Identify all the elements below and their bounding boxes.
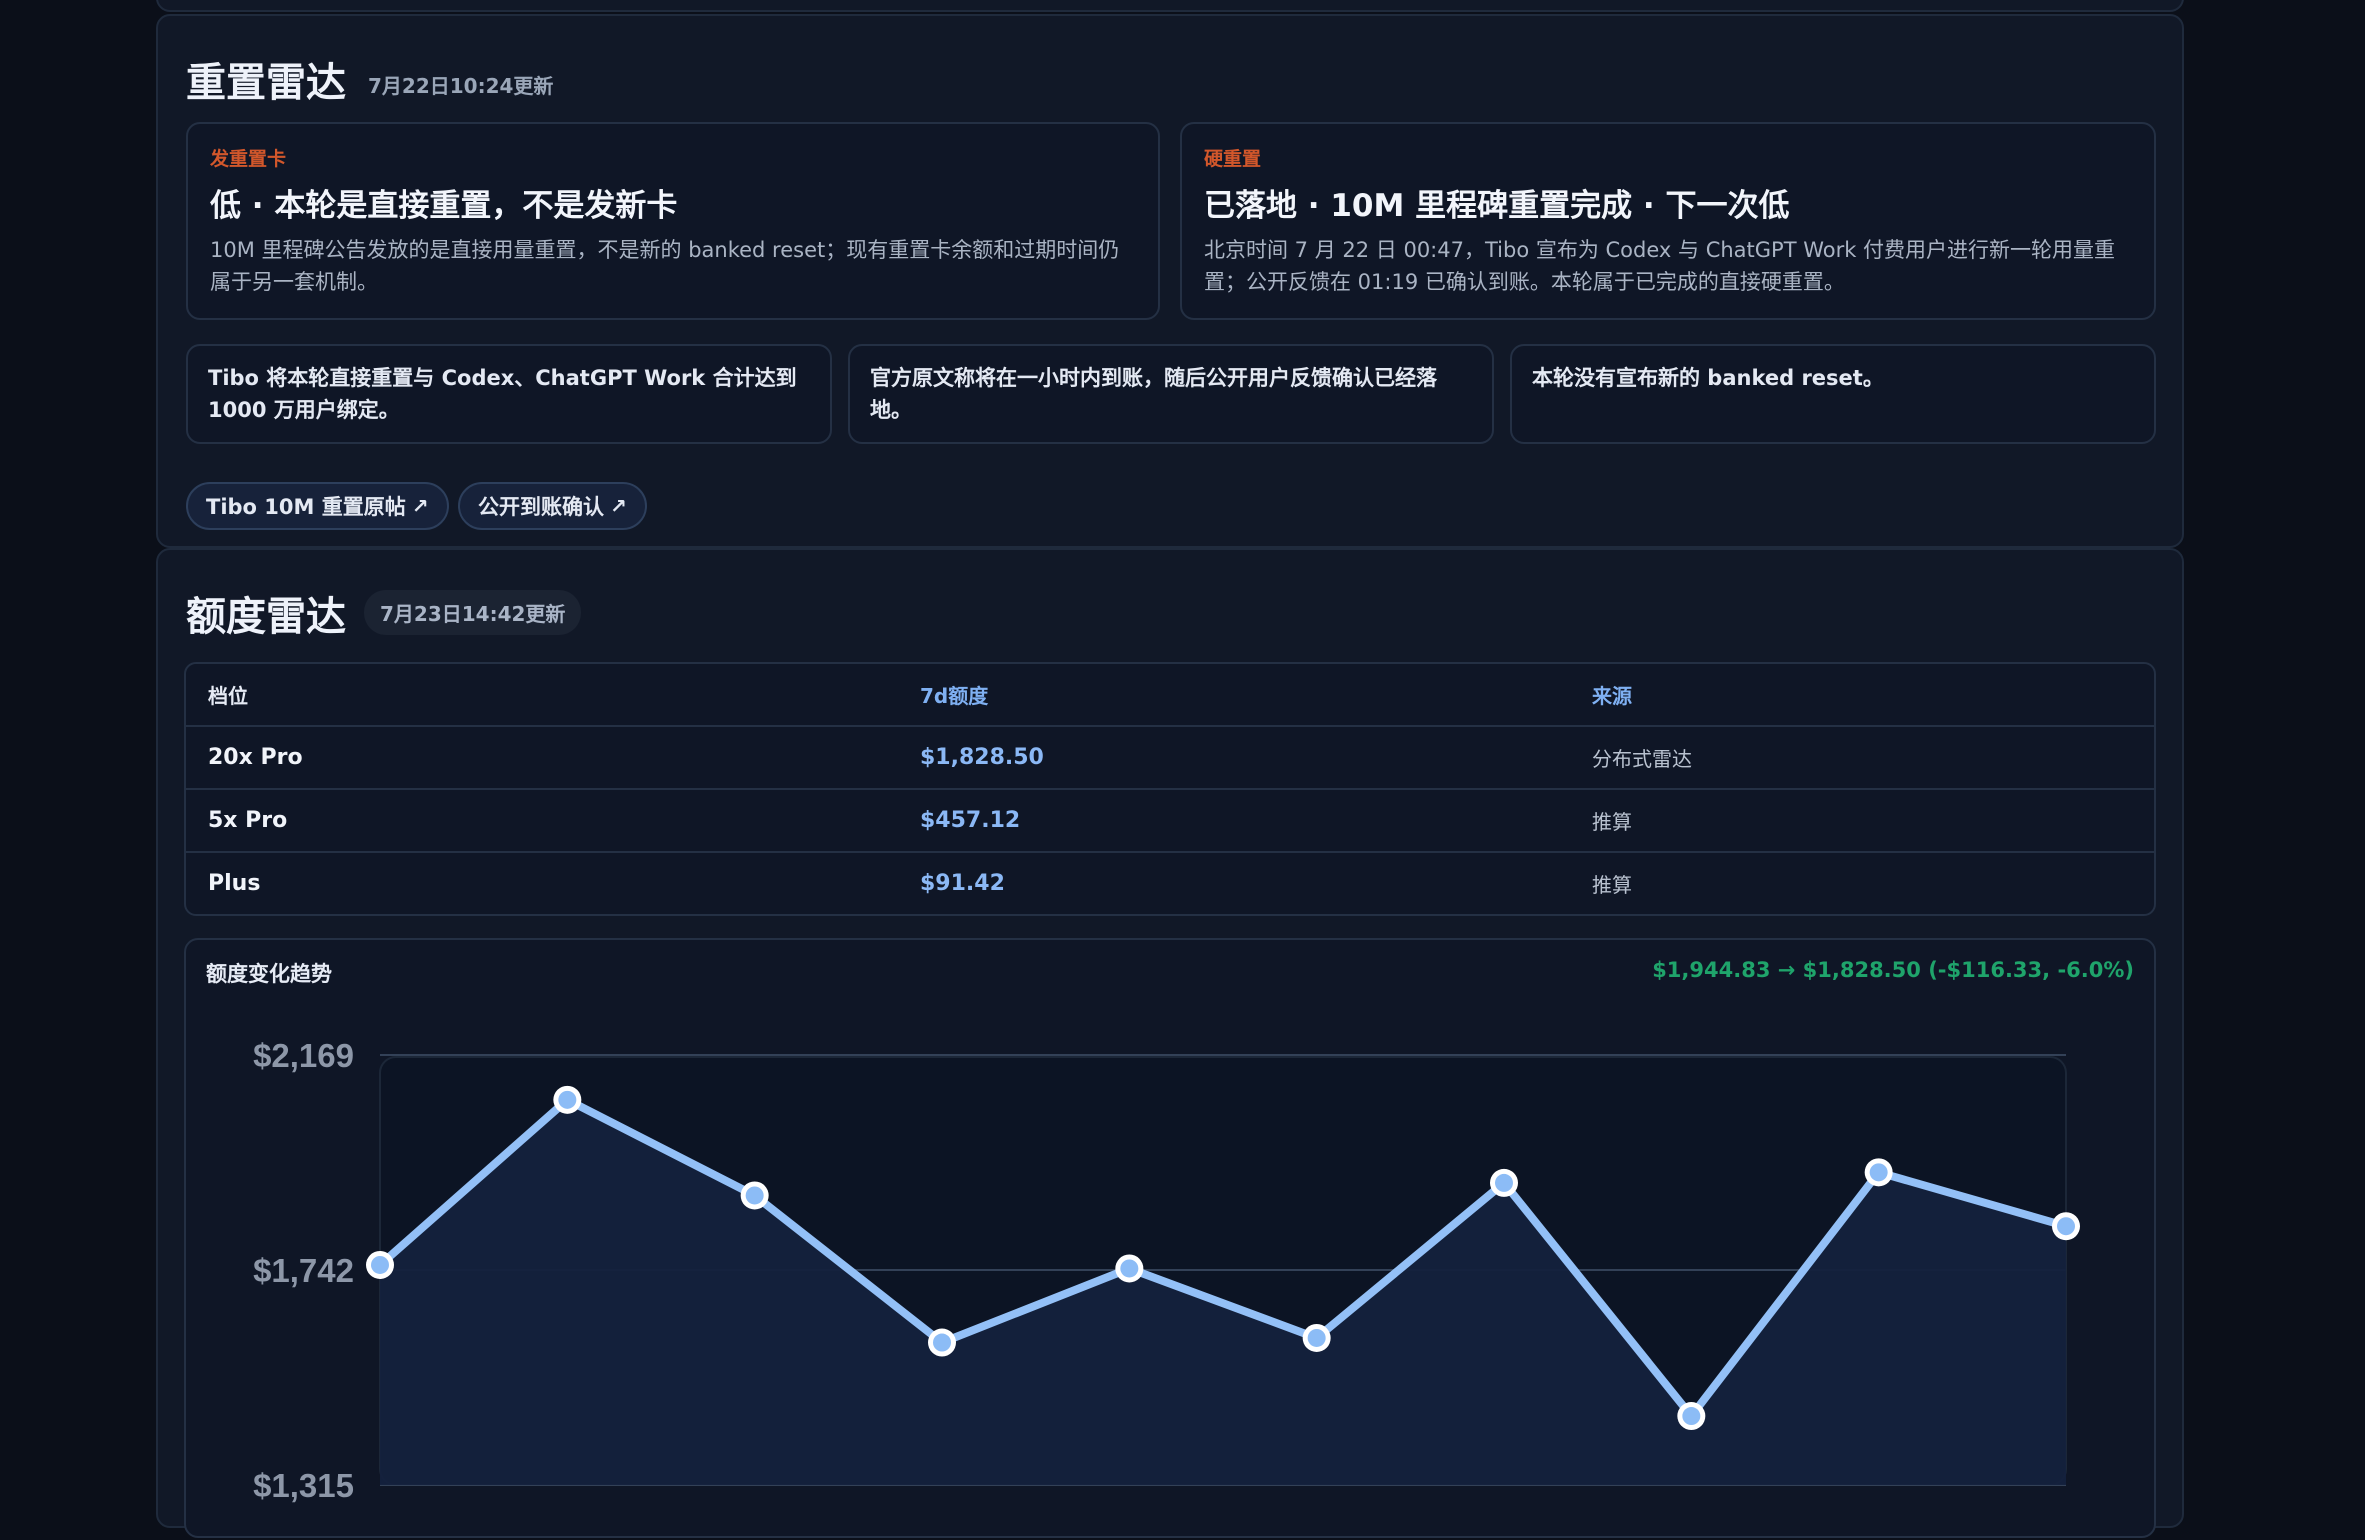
y-tick-label: $1,742 <box>253 1252 354 1289</box>
table-row: Plus $91.42 推算 <box>186 853 2154 914</box>
chart-delta: $1,944.83 → $1,828.50 (-$116.33, -6.0%) <box>1652 958 2134 982</box>
table-row: 5x Pro $457.12 推算 <box>186 790 2154 853</box>
quota-radar-title: 额度雷达 <box>186 594 346 640</box>
header-source: 来源 <box>1592 684 1632 708</box>
quota-cell: $91.42 <box>920 871 1005 896</box>
external-link-icon: ↗ <box>610 494 627 518</box>
card-body: 北京时间 7 月 22 日 00:47，Tibo 宣布为 Codex 与 Cha… <box>1204 238 2116 294</box>
header-tier: 档位 <box>208 684 248 708</box>
card-kicker: 发重置卡 <box>210 148 287 170</box>
public-confirmation-link[interactable]: 公开到账确认 ↗ <box>458 482 647 530</box>
chart-title: 额度变化趋势 <box>206 962 332 986</box>
tier-cell: 20x Pro <box>208 745 303 770</box>
source-cell: 分布式雷达 <box>1592 747 1692 771</box>
reset-radar-title: 重置雷达 <box>186 60 346 106</box>
reset-note: 本轮没有宣布新的 banked reset。 <box>1510 344 2156 444</box>
header-7d-quota: 7d额度 <box>920 684 989 708</box>
data-point <box>1120 1259 1139 1278</box>
data-point <box>2057 1217 2075 1236</box>
data-point <box>933 1333 951 1352</box>
y-tick-label: $2,169 <box>253 1037 354 1074</box>
source-cell: 推算 <box>1592 810 1632 834</box>
tier-cell: Plus <box>208 871 261 896</box>
card-headline: 低 · 本轮是直接重置，不是发新卡 <box>210 188 678 224</box>
data-point <box>558 1090 577 1109</box>
card-body: 10M 里程碑公告发放的是直接用量重置，不是新的 banked reset；现有… <box>210 238 1120 294</box>
y-tick-label: $1,315 <box>253 1467 354 1504</box>
data-point <box>1307 1328 1326 1347</box>
data-point <box>1869 1163 1888 1182</box>
reset-card-banked: 发重置卡 低 · 本轮是直接重置，不是发新卡 10M 里程碑公告发放的是直接用量… <box>186 122 1160 320</box>
table-row: 20x Pro $1,828.50 分布式雷达 <box>186 727 2154 790</box>
card-headline: 已落地 · 10M 里程碑重置完成 · 下一次低 <box>1204 188 1790 224</box>
data-point <box>745 1186 764 1205</box>
data-point <box>1495 1173 1513 1192</box>
quota-cell: $1,828.50 <box>920 745 1044 770</box>
previous-panel-edge <box>156 0 2184 12</box>
reset-card-hard: 硬重置 已落地 · 10M 里程碑重置完成 · 下一次低 北京时间 7 月 22… <box>1180 122 2156 320</box>
quota-cell: $457.12 <box>920 808 1021 833</box>
external-link-icon: ↗ <box>411 494 429 518</box>
link-label: Tibo 10M 重置原帖 <box>206 495 406 519</box>
quota-trend-card: $2,169 $1,742 $1,315 额度变化趋势 $1,944.83 → $1… <box>184 938 2156 1538</box>
quota-table: 档位 7d额度 来源 20x Pro $1,828.50 分布式雷达 5x Pr… <box>184 662 2156 916</box>
table-header-row: 档位 7d额度 来源 <box>186 664 2154 727</box>
card-kicker: 硬重置 <box>1204 148 1262 170</box>
data-point <box>1682 1407 1701 1426</box>
link-label: 公开到账确认 <box>478 495 604 519</box>
quota-radar-updated: 7月23日14:42更新 <box>364 590 582 635</box>
quota-trend-chart: $2,169 $1,742 $1,315 <box>253 1037 2080 1504</box>
tier-cell: 5x Pro <box>208 808 288 833</box>
reset-note: 官方原文称将在一小时内到账，随后公开用户反馈确认已经落地。 <box>848 344 1494 444</box>
source-cell: 推算 <box>1592 873 1632 897</box>
reset-note: Tibo 将本轮直接重置与 Codex、ChatGPT Work 合计达到 10… <box>186 344 832 444</box>
tibo-reset-post-link[interactable]: Tibo 10M 重置原帖 ↗ <box>186 482 449 530</box>
data-point <box>371 1255 389 1274</box>
reset-radar-updated: 7月22日10:24更新 <box>368 74 554 98</box>
reset-radar-panel: 重置雷达 7月22日10:24更新 发重置卡 低 · 本轮是直接重置，不是发新卡… <box>156 14 2184 548</box>
